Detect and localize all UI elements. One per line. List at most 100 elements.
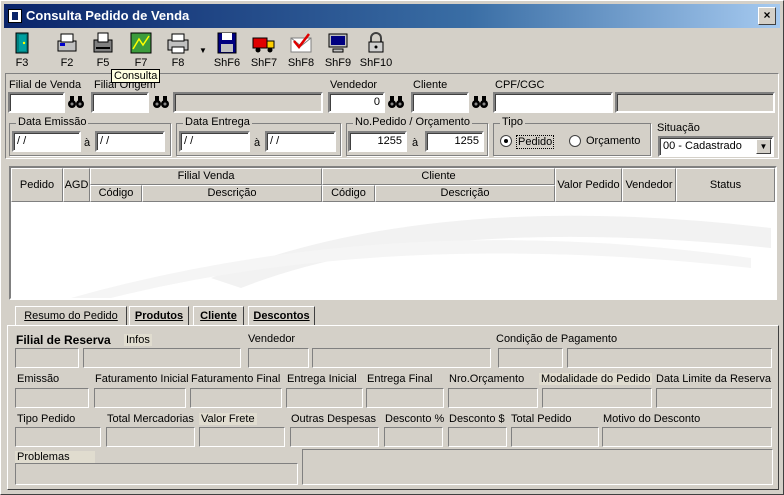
app-icon: [8, 9, 22, 23]
save-disk-icon: [215, 31, 239, 55]
tab-descontos[interactable]: Descontos: [248, 306, 315, 326]
toolbar-label: F5: [96, 57, 110, 69]
binoculars-icon[interactable]: [152, 94, 170, 110]
toolbar-label: ShF8: [287, 57, 315, 69]
results-grid[interactable]: Pedido AGD Filial Venda Código Descrição…: [9, 166, 777, 300]
column-header-agd[interactable]: AGD: [63, 168, 90, 202]
motivo-desconto-field: [602, 427, 772, 447]
column-header-descricao[interactable]: Descrição: [375, 185, 555, 202]
tipo-orcamento-label[interactable]: Orçamento: [586, 135, 640, 147]
condicao-desc: [567, 348, 772, 368]
desconto-val-label: Desconto $: [449, 413, 505, 425]
tab-cliente[interactable]: Cliente: [193, 306, 244, 326]
main-window: Consulta Pedido de Venda × F3 F2 F5 F7 F…: [0, 0, 784, 495]
toolbar-button-f2[interactable]: F2: [53, 31, 81, 71]
total-mercadorias-field: [106, 427, 195, 447]
binoculars-icon[interactable]: [471, 94, 489, 110]
toolbar-button-shf8[interactable]: ShF8: [286, 31, 316, 71]
emissao-field: [15, 388, 89, 408]
toolbar-button-shf9[interactable]: ShF9: [323, 31, 353, 71]
nro-orcamento-field: [448, 388, 538, 408]
toolbar-label: ShF9: [324, 57, 352, 69]
situacao-value: 00 - Cadastrado: [663, 140, 742, 152]
column-header-codigo[interactable]: Código: [322, 185, 375, 202]
modalidade-label: Modalidade do Pedido: [539, 373, 653, 385]
faturamento-inicial-label: Faturamento Inicial: [95, 373, 189, 385]
column-header-filial-venda[interactable]: Filial Venda: [90, 168, 322, 185]
column-header-cliente[interactable]: Cliente: [322, 168, 555, 185]
column-header-pedido[interactable]: Pedido: [11, 168, 63, 202]
toolbar-label: ShF10: [359, 57, 393, 69]
toolbar-button-f8[interactable]: F8: [164, 31, 192, 71]
printer-new-icon: [55, 31, 79, 55]
cpf-input[interactable]: [493, 92, 613, 113]
column-header-valor-pedido[interactable]: Valor Pedido: [555, 168, 622, 202]
emissao-label: Emissão: [17, 373, 60, 385]
filial-reserva-desc: [83, 348, 241, 368]
valor-frete-field: [199, 427, 285, 447]
total-pedido-field: [511, 427, 599, 447]
filial-reserva-label: Filial de Reserva: [16, 333, 111, 347]
cliente-label: Cliente: [413, 79, 448, 91]
condicao-code: [498, 348, 563, 368]
close-button[interactable]: ×: [758, 7, 776, 25]
toolbar-label: F8: [171, 57, 185, 69]
cliente-input[interactable]: [411, 92, 469, 113]
toolbar-button-shf6[interactable]: ShF6: [212, 31, 242, 71]
tab-produtos[interactable]: Produtos: [129, 306, 189, 326]
fax-icon: [91, 31, 115, 55]
motivo-desconto-label: Motivo do Desconto: [603, 413, 701, 425]
title-bar[interactable]: Consulta Pedido de Venda ×: [4, 4, 780, 28]
toolbar-label: F3: [15, 57, 29, 69]
valor-frete-label: Valor Frete: [199, 413, 257, 425]
chevron-down-icon[interactable]: ▼: [756, 139, 771, 154]
nopedido-de[interactable]: 1255: [348, 131, 407, 152]
data-entrega-de[interactable]: / /: [179, 131, 250, 152]
column-header-status[interactable]: Status: [676, 168, 775, 202]
filial-origem-input[interactable]: [91, 92, 149, 113]
toolbar-button-f7[interactable]: F7: [128, 31, 154, 71]
toolbar-button-f5[interactable]: F5: [90, 31, 116, 71]
faturamento-final-label: Faturamento Final: [191, 373, 281, 385]
toolbar-label: ShF6: [213, 57, 241, 69]
entrega-inicial-label: Entrega Inicial: [287, 373, 357, 385]
filial-origem-desc: [173, 92, 323, 113]
cliente-desc: [615, 92, 775, 113]
window-title: Consulta Pedido de Venda: [26, 8, 190, 23]
tipo-pedido-label: Tipo Pedido: [17, 413, 76, 425]
ate-label: à: [84, 137, 91, 149]
lock-icon: [364, 31, 388, 55]
data-entrega-ate[interactable]: / /: [265, 131, 336, 152]
problemas-detail: [302, 449, 773, 485]
data-emissao-de[interactable]: / /: [12, 131, 81, 152]
outras-despesas-field: [290, 427, 379, 447]
entrega-final-field: [366, 388, 444, 408]
tooltip: Consulta: [111, 69, 161, 83]
toolbar-label: ShF7: [250, 57, 278, 69]
map-icon: [129, 31, 153, 55]
situacao-label: Situação: [657, 122, 700, 134]
column-header-vendedor[interactable]: Vendedor: [622, 168, 676, 202]
vendedor-input[interactable]: 0: [328, 92, 385, 113]
situacao-select[interactable]: 00 - Cadastrado ▼: [658, 136, 774, 157]
toolbar-button-shf10[interactable]: ShF10: [359, 31, 393, 71]
nopedido-label: No.Pedido / Orçamento: [353, 116, 472, 128]
nopedido-ate[interactable]: 1255: [425, 131, 484, 152]
data-emissao-ate[interactable]: / /: [95, 131, 165, 152]
column-header-codigo[interactable]: Código: [90, 185, 142, 202]
binoculars-icon[interactable]: [387, 94, 405, 110]
toolbar-button-shf7[interactable]: ShF7: [249, 31, 279, 71]
dropdown-arrow-icon[interactable]: ▼: [199, 46, 207, 55]
tab-resumo[interactable]: Resumo do Pedido: [15, 306, 127, 326]
condicao-pagamento-label: Condição de Pagamento: [496, 333, 618, 345]
tipo-pedido-radio[interactable]: [500, 135, 512, 147]
vendedor-desc: [312, 348, 491, 368]
tipo-orcamento-radio[interactable]: [569, 135, 581, 147]
column-header-descricao[interactable]: Descrição: [142, 185, 322, 202]
binoculars-icon[interactable]: [67, 94, 85, 110]
tipo-pedido-label[interactable]: Pedido: [516, 135, 555, 149]
faturamento-final-field: [190, 388, 282, 408]
filial-venda-input[interactable]: [8, 92, 65, 113]
toolbar-button-f3[interactable]: F3: [9, 31, 35, 71]
entrega-inicial-field: [286, 388, 363, 408]
